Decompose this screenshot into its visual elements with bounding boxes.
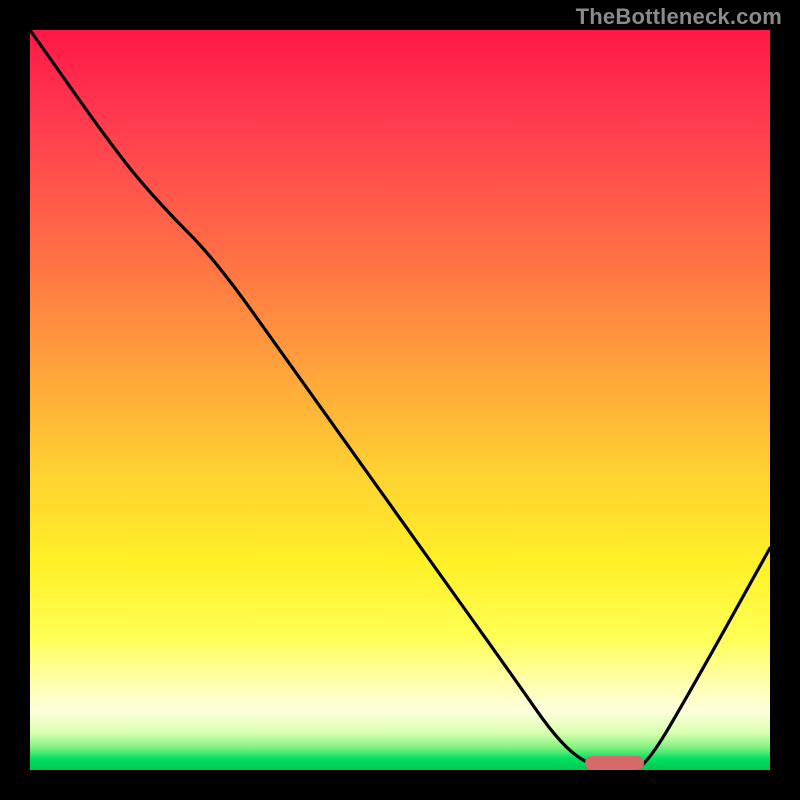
chart-container: TheBottleneck.com	[0, 0, 800, 800]
optimal-range-marker	[585, 756, 644, 770]
watermark-text: TheBottleneck.com	[576, 4, 782, 30]
plot-background-gradient	[30, 30, 770, 770]
